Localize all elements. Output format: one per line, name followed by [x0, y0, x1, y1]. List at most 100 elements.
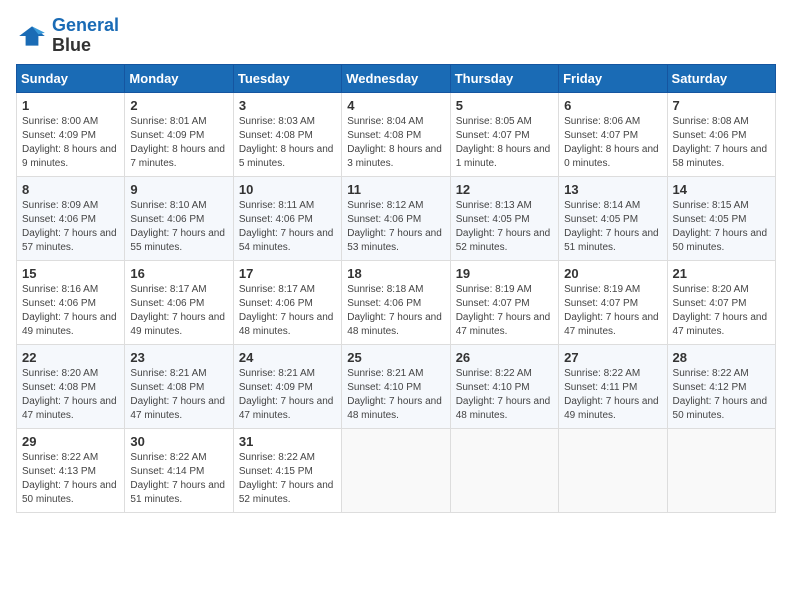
- sunrise-label: Sunrise: 8:22 AM: [673, 368, 749, 379]
- day-number: 8: [22, 182, 119, 197]
- sunset-label: Sunset: 4:11 PM: [564, 382, 637, 393]
- daylight-label: Daylight: 7 hours and 47 minutes.: [564, 312, 659, 337]
- col-header-monday: Monday: [125, 64, 233, 92]
- sunset-label: Sunset: 4:07 PM: [564, 298, 638, 309]
- calendar-cell: 8 Sunrise: 8:09 AM Sunset: 4:06 PM Dayli…: [17, 176, 125, 260]
- day-number: 1: [22, 98, 119, 113]
- day-number: 21: [673, 266, 770, 281]
- day-number: 14: [673, 182, 770, 197]
- day-number: 12: [456, 182, 553, 197]
- sunset-label: Sunset: 4:09 PM: [239, 382, 313, 393]
- sunrise-label: Sunrise: 8:01 AM: [130, 116, 206, 127]
- day-number: 7: [673, 98, 770, 113]
- sunrise-label: Sunrise: 8:04 AM: [347, 116, 423, 127]
- cell-content: Sunrise: 8:22 AM Sunset: 4:10 PM Dayligh…: [456, 367, 553, 423]
- day-number: 24: [239, 350, 336, 365]
- daylight-label: Daylight: 7 hours and 50 minutes.: [22, 480, 117, 505]
- calendar-cell: 4 Sunrise: 8:04 AM Sunset: 4:08 PM Dayli…: [342, 92, 450, 176]
- logo-icon: [16, 20, 48, 52]
- calendar-week-1: 1 Sunrise: 8:00 AM Sunset: 4:09 PM Dayli…: [17, 92, 776, 176]
- sunset-label: Sunset: 4:10 PM: [456, 382, 530, 393]
- daylight-label: Daylight: 7 hours and 48 minutes.: [239, 312, 334, 337]
- day-number: 23: [130, 350, 227, 365]
- calendar-week-2: 8 Sunrise: 8:09 AM Sunset: 4:06 PM Dayli…: [17, 176, 776, 260]
- calendar-cell: 1 Sunrise: 8:00 AM Sunset: 4:09 PM Dayli…: [17, 92, 125, 176]
- day-number: 19: [456, 266, 553, 281]
- sunrise-label: Sunrise: 8:22 AM: [239, 452, 315, 463]
- day-number: 16: [130, 266, 227, 281]
- calendar-cell: 27 Sunrise: 8:22 AM Sunset: 4:11 PM Dayl…: [559, 344, 667, 428]
- page-header: GeneralBlue: [16, 16, 776, 56]
- day-number: 29: [22, 434, 119, 449]
- calendar-cell: [559, 428, 667, 512]
- cell-content: Sunrise: 8:21 AM Sunset: 4:09 PM Dayligh…: [239, 367, 336, 423]
- day-number: 10: [239, 182, 336, 197]
- day-number: 9: [130, 182, 227, 197]
- cell-content: Sunrise: 8:06 AM Sunset: 4:07 PM Dayligh…: [564, 115, 661, 171]
- day-number: 15: [22, 266, 119, 281]
- sunrise-label: Sunrise: 8:20 AM: [673, 284, 749, 295]
- daylight-label: Daylight: 7 hours and 47 minutes.: [22, 396, 117, 421]
- calendar-header: SundayMondayTuesdayWednesdayThursdayFrid…: [17, 64, 776, 92]
- calendar-cell: 13 Sunrise: 8:14 AM Sunset: 4:05 PM Dayl…: [559, 176, 667, 260]
- calendar-cell: 10 Sunrise: 8:11 AM Sunset: 4:06 PM Dayl…: [233, 176, 341, 260]
- sunset-label: Sunset: 4:15 PM: [239, 466, 313, 477]
- daylight-label: Daylight: 8 hours and 7 minutes.: [130, 144, 225, 169]
- calendar-cell: 19 Sunrise: 8:19 AM Sunset: 4:07 PM Dayl…: [450, 260, 558, 344]
- day-number: 6: [564, 98, 661, 113]
- sunrise-label: Sunrise: 8:18 AM: [347, 284, 423, 295]
- cell-content: Sunrise: 8:20 AM Sunset: 4:07 PM Dayligh…: [673, 283, 770, 339]
- col-header-wednesday: Wednesday: [342, 64, 450, 92]
- col-header-saturday: Saturday: [667, 64, 775, 92]
- cell-content: Sunrise: 8:14 AM Sunset: 4:05 PM Dayligh…: [564, 199, 661, 255]
- calendar-cell: 22 Sunrise: 8:20 AM Sunset: 4:08 PM Dayl…: [17, 344, 125, 428]
- cell-content: Sunrise: 8:17 AM Sunset: 4:06 PM Dayligh…: [130, 283, 227, 339]
- daylight-label: Daylight: 7 hours and 52 minutes.: [456, 228, 551, 253]
- day-number: 27: [564, 350, 661, 365]
- cell-content: Sunrise: 8:11 AM Sunset: 4:06 PM Dayligh…: [239, 199, 336, 255]
- calendar-week-5: 29 Sunrise: 8:22 AM Sunset: 4:13 PM Dayl…: [17, 428, 776, 512]
- daylight-label: Daylight: 7 hours and 49 minutes.: [22, 312, 117, 337]
- calendar-cell: [450, 428, 558, 512]
- calendar-cell: 28 Sunrise: 8:22 AM Sunset: 4:12 PM Dayl…: [667, 344, 775, 428]
- daylight-label: Daylight: 7 hours and 58 minutes.: [673, 144, 768, 169]
- day-number: 26: [456, 350, 553, 365]
- day-number: 28: [673, 350, 770, 365]
- daylight-label: Daylight: 8 hours and 0 minutes.: [564, 144, 659, 169]
- sunset-label: Sunset: 4:13 PM: [22, 466, 96, 477]
- day-number: 5: [456, 98, 553, 113]
- calendar-cell: [667, 428, 775, 512]
- day-number: 20: [564, 266, 661, 281]
- cell-content: Sunrise: 8:05 AM Sunset: 4:07 PM Dayligh…: [456, 115, 553, 171]
- logo-text: GeneralBlue: [52, 16, 119, 56]
- day-number: 22: [22, 350, 119, 365]
- cell-content: Sunrise: 8:10 AM Sunset: 4:06 PM Dayligh…: [130, 199, 227, 255]
- cell-content: Sunrise: 8:20 AM Sunset: 4:08 PM Dayligh…: [22, 367, 119, 423]
- daylight-label: Daylight: 8 hours and 5 minutes.: [239, 144, 334, 169]
- cell-content: Sunrise: 8:22 AM Sunset: 4:14 PM Dayligh…: [130, 451, 227, 507]
- calendar-week-3: 15 Sunrise: 8:16 AM Sunset: 4:06 PM Dayl…: [17, 260, 776, 344]
- sunrise-label: Sunrise: 8:22 AM: [564, 368, 640, 379]
- cell-content: Sunrise: 8:22 AM Sunset: 4:13 PM Dayligh…: [22, 451, 119, 507]
- calendar-cell: 14 Sunrise: 8:15 AM Sunset: 4:05 PM Dayl…: [667, 176, 775, 260]
- sunrise-label: Sunrise: 8:08 AM: [673, 116, 749, 127]
- cell-content: Sunrise: 8:22 AM Sunset: 4:15 PM Dayligh…: [239, 451, 336, 507]
- sunset-label: Sunset: 4:09 PM: [22, 130, 96, 141]
- sunrise-label: Sunrise: 8:22 AM: [130, 452, 206, 463]
- sunset-label: Sunset: 4:06 PM: [22, 214, 96, 225]
- sunset-label: Sunset: 4:08 PM: [239, 130, 313, 141]
- daylight-label: Daylight: 7 hours and 49 minutes.: [130, 312, 225, 337]
- sunrise-label: Sunrise: 8:17 AM: [239, 284, 315, 295]
- calendar-cell: 30 Sunrise: 8:22 AM Sunset: 4:14 PM Dayl…: [125, 428, 233, 512]
- sunset-label: Sunset: 4:12 PM: [673, 382, 747, 393]
- sunset-label: Sunset: 4:06 PM: [347, 298, 421, 309]
- calendar-cell: 9 Sunrise: 8:10 AM Sunset: 4:06 PM Dayli…: [125, 176, 233, 260]
- calendar-cell: 26 Sunrise: 8:22 AM Sunset: 4:10 PM Dayl…: [450, 344, 558, 428]
- cell-content: Sunrise: 8:21 AM Sunset: 4:08 PM Dayligh…: [130, 367, 227, 423]
- col-header-tuesday: Tuesday: [233, 64, 341, 92]
- daylight-label: Daylight: 8 hours and 3 minutes.: [347, 144, 442, 169]
- cell-content: Sunrise: 8:17 AM Sunset: 4:06 PM Dayligh…: [239, 283, 336, 339]
- daylight-label: Daylight: 7 hours and 49 minutes.: [564, 396, 659, 421]
- sunrise-label: Sunrise: 8:10 AM: [130, 200, 206, 211]
- sunset-label: Sunset: 4:08 PM: [22, 382, 96, 393]
